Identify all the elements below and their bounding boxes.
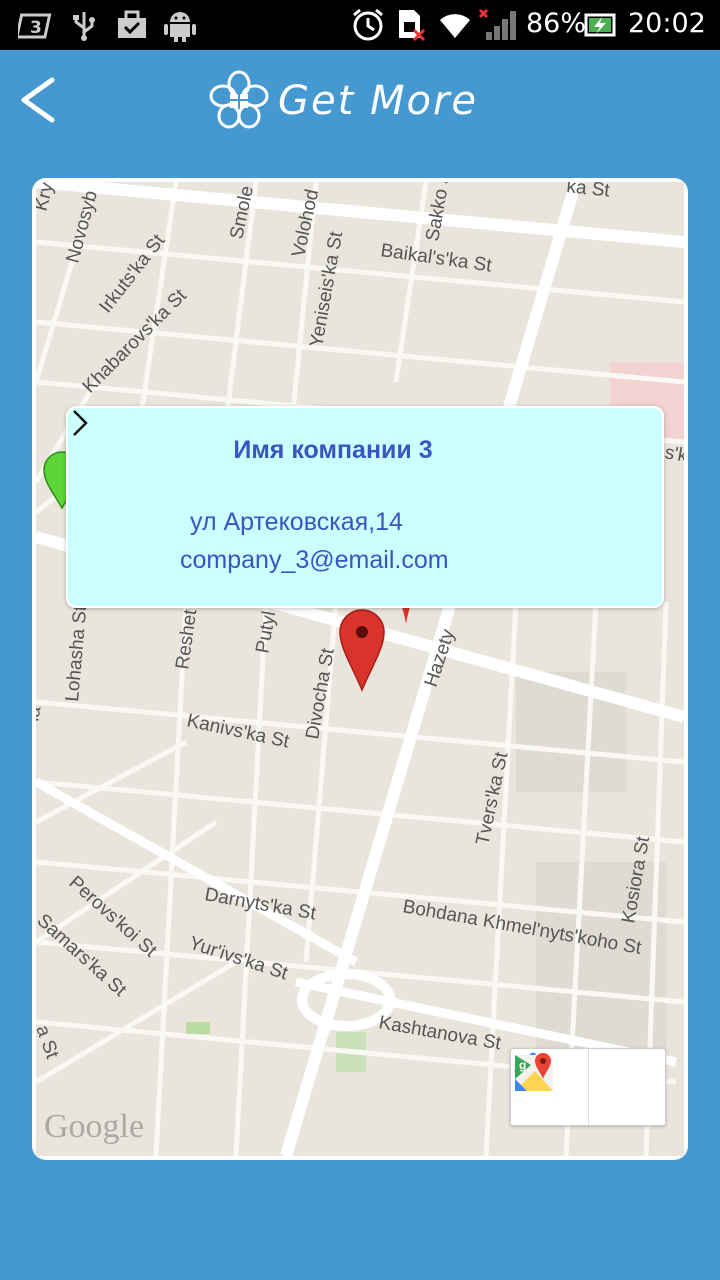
svg-text:3: 3	[30, 18, 42, 38]
app-bar: Get More	[0, 50, 720, 150]
street-label: Sakko St	[422, 182, 456, 243]
app-title: Get More	[278, 78, 479, 124]
open-in-maps-button[interactable]: g	[515, 1049, 666, 1125]
map-view[interactable]: Kry Novosyb Irkuts'ka St Khabarovs'ka St…	[36, 182, 684, 1156]
google-maps-icon: g	[515, 1053, 553, 1091]
svg-text:g: g	[519, 1058, 526, 1072]
street-label: Darnyts'ka St	[203, 884, 318, 924]
street-label: a St	[36, 1023, 63, 1063]
street-label: Divocha St	[302, 646, 339, 741]
street-label: Putyl	[252, 610, 280, 655]
company-name: Имя компании 3	[233, 436, 433, 464]
battery-charging-icon	[584, 13, 616, 37]
briefcase-check-icon	[118, 10, 146, 38]
park-area	[186, 1022, 210, 1034]
sim-error-icon	[399, 10, 426, 42]
battery-percent: 86%	[526, 8, 587, 39]
street-label: Novosyb	[63, 188, 102, 265]
signal-icon	[478, 8, 516, 40]
street-label: Lohasha St	[62, 604, 91, 702]
street-label: Kry	[36, 182, 58, 213]
google-logo: Google	[44, 1108, 145, 1145]
wifi-icon	[440, 14, 470, 38]
street-label: Volohod	[288, 187, 323, 259]
map-marker-red[interactable]	[339, 609, 385, 692]
usb-icon	[73, 12, 95, 41]
flower-gift-icon	[209, 70, 269, 129]
street-label: s'k	[663, 442, 684, 467]
map-area	[536, 862, 666, 1062]
notification-3-icon: 3	[18, 13, 52, 39]
chevron-right-icon[interactable]	[68, 408, 92, 438]
street-label: Khabarovs'ka St	[79, 285, 192, 398]
marker-info-window[interactable]: Имя компании 3 ул Артековская,14 company…	[66, 406, 664, 608]
back-button[interactable]	[14, 72, 70, 128]
street-label: Yeniseis'ka St	[306, 229, 347, 349]
map-toolbar: g	[510, 1048, 666, 1126]
map-streets-layer: Kry Novosyb Irkuts'ka St Khabarovs'ka St…	[36, 182, 684, 1156]
map-card: Kry Novosyb Irkuts'ka St Khabarovs'ka St…	[32, 178, 688, 1160]
company-email: company_3@email.com	[180, 546, 449, 574]
status-bar: 3 86% 20:02	[0, 0, 720, 50]
alarm-icon	[353, 8, 383, 41]
company-address: ул Артековская,14	[190, 508, 403, 536]
street-label: la	[36, 704, 46, 723]
android-icon	[164, 12, 196, 42]
back-arrow-icon	[21, 77, 55, 123]
street-label: Reshet	[172, 607, 201, 670]
brand: Get More	[208, 66, 478, 136]
street-label: Kanivs'ka St	[185, 710, 292, 752]
clock: 20:02	[628, 8, 706, 39]
street-label: Baikal's'ka St	[379, 240, 493, 276]
